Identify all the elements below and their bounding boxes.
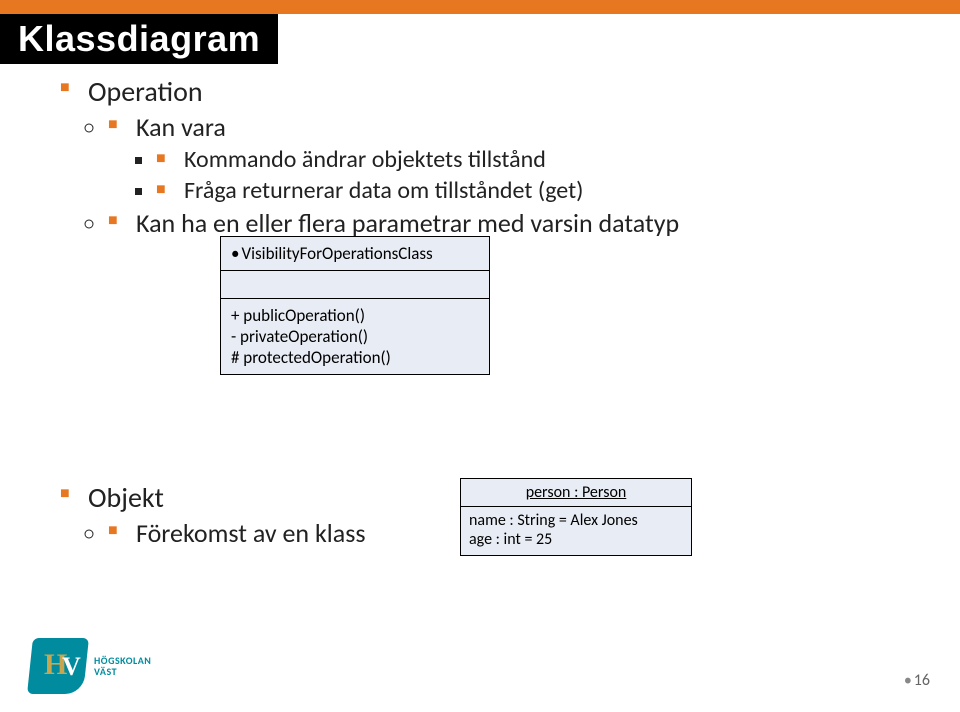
page-title: Klassdiagram [18,18,260,60]
bullet-l3b-text: Fråga returnerar data om tillståndet (ge… [184,176,583,205]
uml-object-name: person : Person [461,479,691,507]
footer-logo: H V HÖGSKOLAN VÄST [30,638,151,694]
bullet-l2a-text: Kan vara [136,111,226,143]
bullet-list: Operation Kan vara Kommando ändrar objek… [60,74,920,239]
bullet-l2b: Kan ha en eller flera parametrar med var… [108,207,920,239]
accent-stripe [0,0,960,14]
uml-attributes-empty [221,271,489,299]
slide: Klassdiagram Operation Kan vara Kommando… [0,0,960,712]
page-number-value: 16 [914,671,930,690]
bullet-l2a: Kan vara Kommando ändrar objektets tills… [108,111,920,205]
uml-op2: - privateOperation() [231,326,479,347]
bullet-l3b: Fråga returnerar data om tillståndet (ge… [156,176,920,205]
objekt-sub: Förekomst av en klass [108,517,366,549]
bullet-l1-text: Operation [88,74,203,109]
objekt-sub-text: Förekomst av en klass [136,517,366,549]
bullet-l1: Operation Kan vara Kommando ändrar objek… [60,74,920,239]
logo-text: HÖGSKOLAN VÄST [94,655,151,677]
bullet-l3a: Kommando ändrar objektets tillstånd [156,145,920,174]
uml-op1: + publicOperation() [231,305,479,326]
uml-op3: # protectedOperation() [231,347,479,368]
page-number: 16 [904,671,930,690]
title-bar: Klassdiagram [0,14,278,64]
uml-class-box: VisibilityForOperationsClass + publicOpe… [220,236,490,375]
uml-class-name: VisibilityForOperationsClass [221,237,489,271]
content-area: Operation Kan vara Kommando ändrar objek… [60,74,920,241]
objekt-heading-text: Objekt [88,480,164,515]
objekt-heading: Objekt Förekomst av en klass [60,480,366,549]
logo-line2: VÄST [94,666,151,677]
bullet-l2b-text: Kan ha en eller flera parametrar med var… [136,207,679,239]
uml-obj-attr1: name : String = Alex Jones [469,511,683,530]
uml-obj-attr2: age : int = 25 [469,530,683,549]
logo-icon: H V [30,638,86,694]
bullet-l3a-text: Kommando ändrar objektets tillstånd [184,145,546,174]
uml-operations: + publicOperation() - privateOperation()… [221,299,489,374]
objekt-section: Objekt Förekomst av en klass [60,480,366,551]
uml-object-box: person : Person name : String = Alex Jon… [460,478,692,556]
uml-object-attrs: name : String = Alex Jones age : int = 2… [461,507,691,555]
